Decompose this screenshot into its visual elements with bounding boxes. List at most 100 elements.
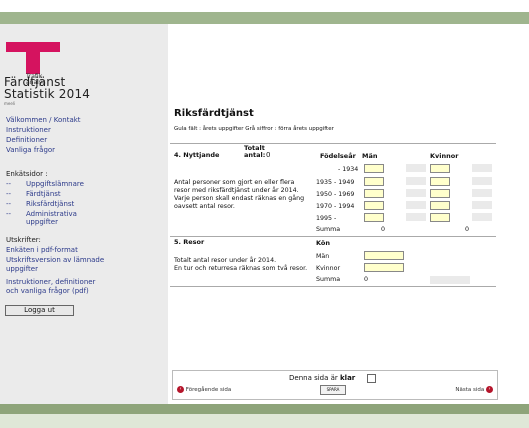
top-white-strip	[0, 0, 529, 12]
survey-page-fardtjanst[interactable]: Färdtjänst	[26, 190, 61, 198]
color-legend: Gula fält : årets uppgifter Grå siffror …	[174, 126, 334, 132]
save-button[interactable]: SPARA	[320, 385, 346, 395]
men-input-1970-1994[interactable]	[364, 201, 384, 210]
birth-row-label: 1935 - 1949	[316, 179, 355, 186]
dash-marker: --	[6, 210, 12, 218]
instructions-pdf-link[interactable]: Instruktioner, definitioner och vanliga …	[6, 278, 95, 296]
nav-welcome-link[interactable]: Välkommen / Kontakt	[6, 116, 81, 125]
prev-year-women-1934	[472, 164, 492, 172]
page-title: Riksfärdtjänst	[174, 108, 254, 119]
prev-year-men-1995	[406, 213, 426, 221]
previous-page-label: Föregående sida	[185, 387, 232, 393]
instructions-pdf-line1: Instruktioner, definitioner	[6, 278, 96, 286]
section4-total-value: 0	[266, 151, 271, 159]
arrow-left-icon: ‹	[177, 386, 184, 393]
trips-men-label: Män	[316, 253, 330, 260]
sum-label: Summa	[316, 226, 341, 233]
survey-page-riksfardtjanst[interactable]: Riksfärdtjänst	[26, 200, 74, 208]
prev-year-women-1935-1949	[472, 177, 492, 185]
section4-description: Antal personer som gjort en eller flera …	[174, 179, 304, 211]
done-bold: klar	[340, 374, 356, 382]
previous-page-link[interactable]: ‹ Föregående sida	[177, 386, 231, 393]
men-input-1950-1969[interactable]	[364, 189, 384, 198]
men-input-1935-1949[interactable]	[364, 177, 384, 186]
prev-year-men-1934	[406, 164, 426, 172]
desc-line: oavsett antal resor.	[174, 203, 235, 210]
next-page-link[interactable]: Nästa sida ›	[455, 386, 493, 393]
dash-marker: --	[6, 180, 12, 188]
pdf-form-link[interactable]: Enkäten i pdf-format	[6, 246, 78, 255]
prev-year-women-1970-1994	[472, 201, 492, 209]
dash-marker: --	[6, 200, 12, 208]
desc-line: En tur och returresa räknas som två reso…	[174, 265, 308, 272]
divider	[170, 143, 496, 144]
trips-women-label: Kvinnor	[316, 265, 341, 272]
trips-men-input[interactable]	[364, 251, 404, 260]
birth-row-label: 1970 - 1994	[316, 203, 355, 210]
nav-faq-link[interactable]: Vanliga frågor	[6, 146, 55, 155]
trips-women-input[interactable]	[364, 263, 404, 272]
birth-row-label: 1995 -	[316, 215, 337, 222]
main-content: Riksfärdtjänst Gula fält : årets uppgift…	[168, 24, 529, 404]
prev-year-men-1970-1994	[406, 201, 426, 209]
next-page-label: Nästa sida	[455, 387, 485, 393]
survey-page-respondent[interactable]: Uppgiftslämnare	[26, 180, 84, 188]
print-version-line1: Utskriftsversion av lämnade	[6, 256, 105, 264]
app-title: Färdtjänst Statistik 2014	[4, 76, 90, 100]
gender-header: Kön	[316, 239, 331, 247]
survey-page-admin[interactable]: Administrativa uppgifter	[26, 210, 86, 226]
sum-men-value: 0	[381, 226, 386, 233]
birth-year-header: Födelseår	[320, 152, 356, 160]
women-input-1950-1969[interactable]	[430, 189, 450, 198]
women-input-1935-1949[interactable]	[430, 177, 450, 186]
arrow-right-icon: ›	[486, 386, 493, 393]
women-header: Kvinnor	[430, 152, 459, 160]
prev-year-women-1995	[472, 213, 492, 221]
app-title-line2: Statistik 2014	[4, 87, 91, 101]
bottom-light-strip	[0, 414, 529, 428]
section5-description: Totalt antal resor under år 2014. En tur…	[174, 257, 307, 273]
prev-year-men-1950-1969	[406, 189, 426, 197]
instructions-pdf-line2: och vanliga frågor (pdf)	[6, 287, 89, 295]
logo-stem	[26, 52, 40, 74]
birth-row-label: - 1934	[338, 166, 359, 173]
dash-marker: --	[6, 190, 12, 198]
women-input-1970-1994[interactable]	[430, 201, 450, 210]
logout-button[interactable]: Logga ut	[5, 305, 74, 316]
birth-row-label: 1950 - 1969	[316, 191, 355, 198]
app-subtitle: meeli	[4, 101, 16, 106]
desc-line: Totalt antal resor under år 2014.	[174, 257, 277, 264]
top-green-bar	[0, 12, 529, 24]
desc-line: Antal personer som gjort en eller flera	[174, 179, 295, 186]
nav-instructions-link[interactable]: Instruktioner	[6, 126, 51, 135]
desc-line: resor med riksfärdtjänst under år 2014.	[174, 187, 299, 194]
total-label-line2: antal:	[244, 151, 266, 159]
bottom-green-bar	[0, 404, 529, 414]
divider	[170, 286, 496, 287]
survey-pages-title: Enkätsidor :	[6, 170, 48, 178]
page-done-checkbox[interactable]	[367, 374, 376, 383]
men-header: Män	[362, 152, 378, 160]
nav-definitions-link[interactable]: Definitioner	[6, 136, 47, 145]
logo-bar	[6, 42, 60, 52]
men-input-1995[interactable]	[364, 213, 384, 222]
men-input-1934[interactable]	[364, 164, 384, 173]
desc-line: Varje person skall endast räknas en gång	[174, 195, 305, 202]
page-footer: Denna sida är klar ‹ Föregående sida SPA…	[172, 370, 498, 400]
section4-total-label: Totalt antal:	[244, 145, 265, 159]
print-version-line2: uppgifter	[6, 265, 38, 273]
women-input-1995[interactable]	[430, 213, 450, 222]
sidebar: Trafik analys Färdtjänst Statistik 2014 …	[0, 24, 168, 404]
divider	[170, 236, 496, 237]
trips-sum-value: 0	[364, 276, 369, 283]
section4-title: 4. Nyttjande	[174, 151, 220, 159]
sum-women-value: 0	[465, 226, 470, 233]
print-version-link[interactable]: Utskriftsversion av lämnade uppgifter	[6, 256, 104, 274]
page-done-label: Denna sida är klar	[289, 374, 355, 382]
women-input-1934[interactable]	[430, 164, 450, 173]
prev-year-men-1935-1949	[406, 177, 426, 185]
prev-year-women-1950-1969	[472, 189, 492, 197]
done-prefix: Denna sida är	[289, 374, 341, 382]
printouts-title: Utskrifter:	[6, 236, 41, 244]
section5-title: 5. Resor	[174, 238, 205, 246]
